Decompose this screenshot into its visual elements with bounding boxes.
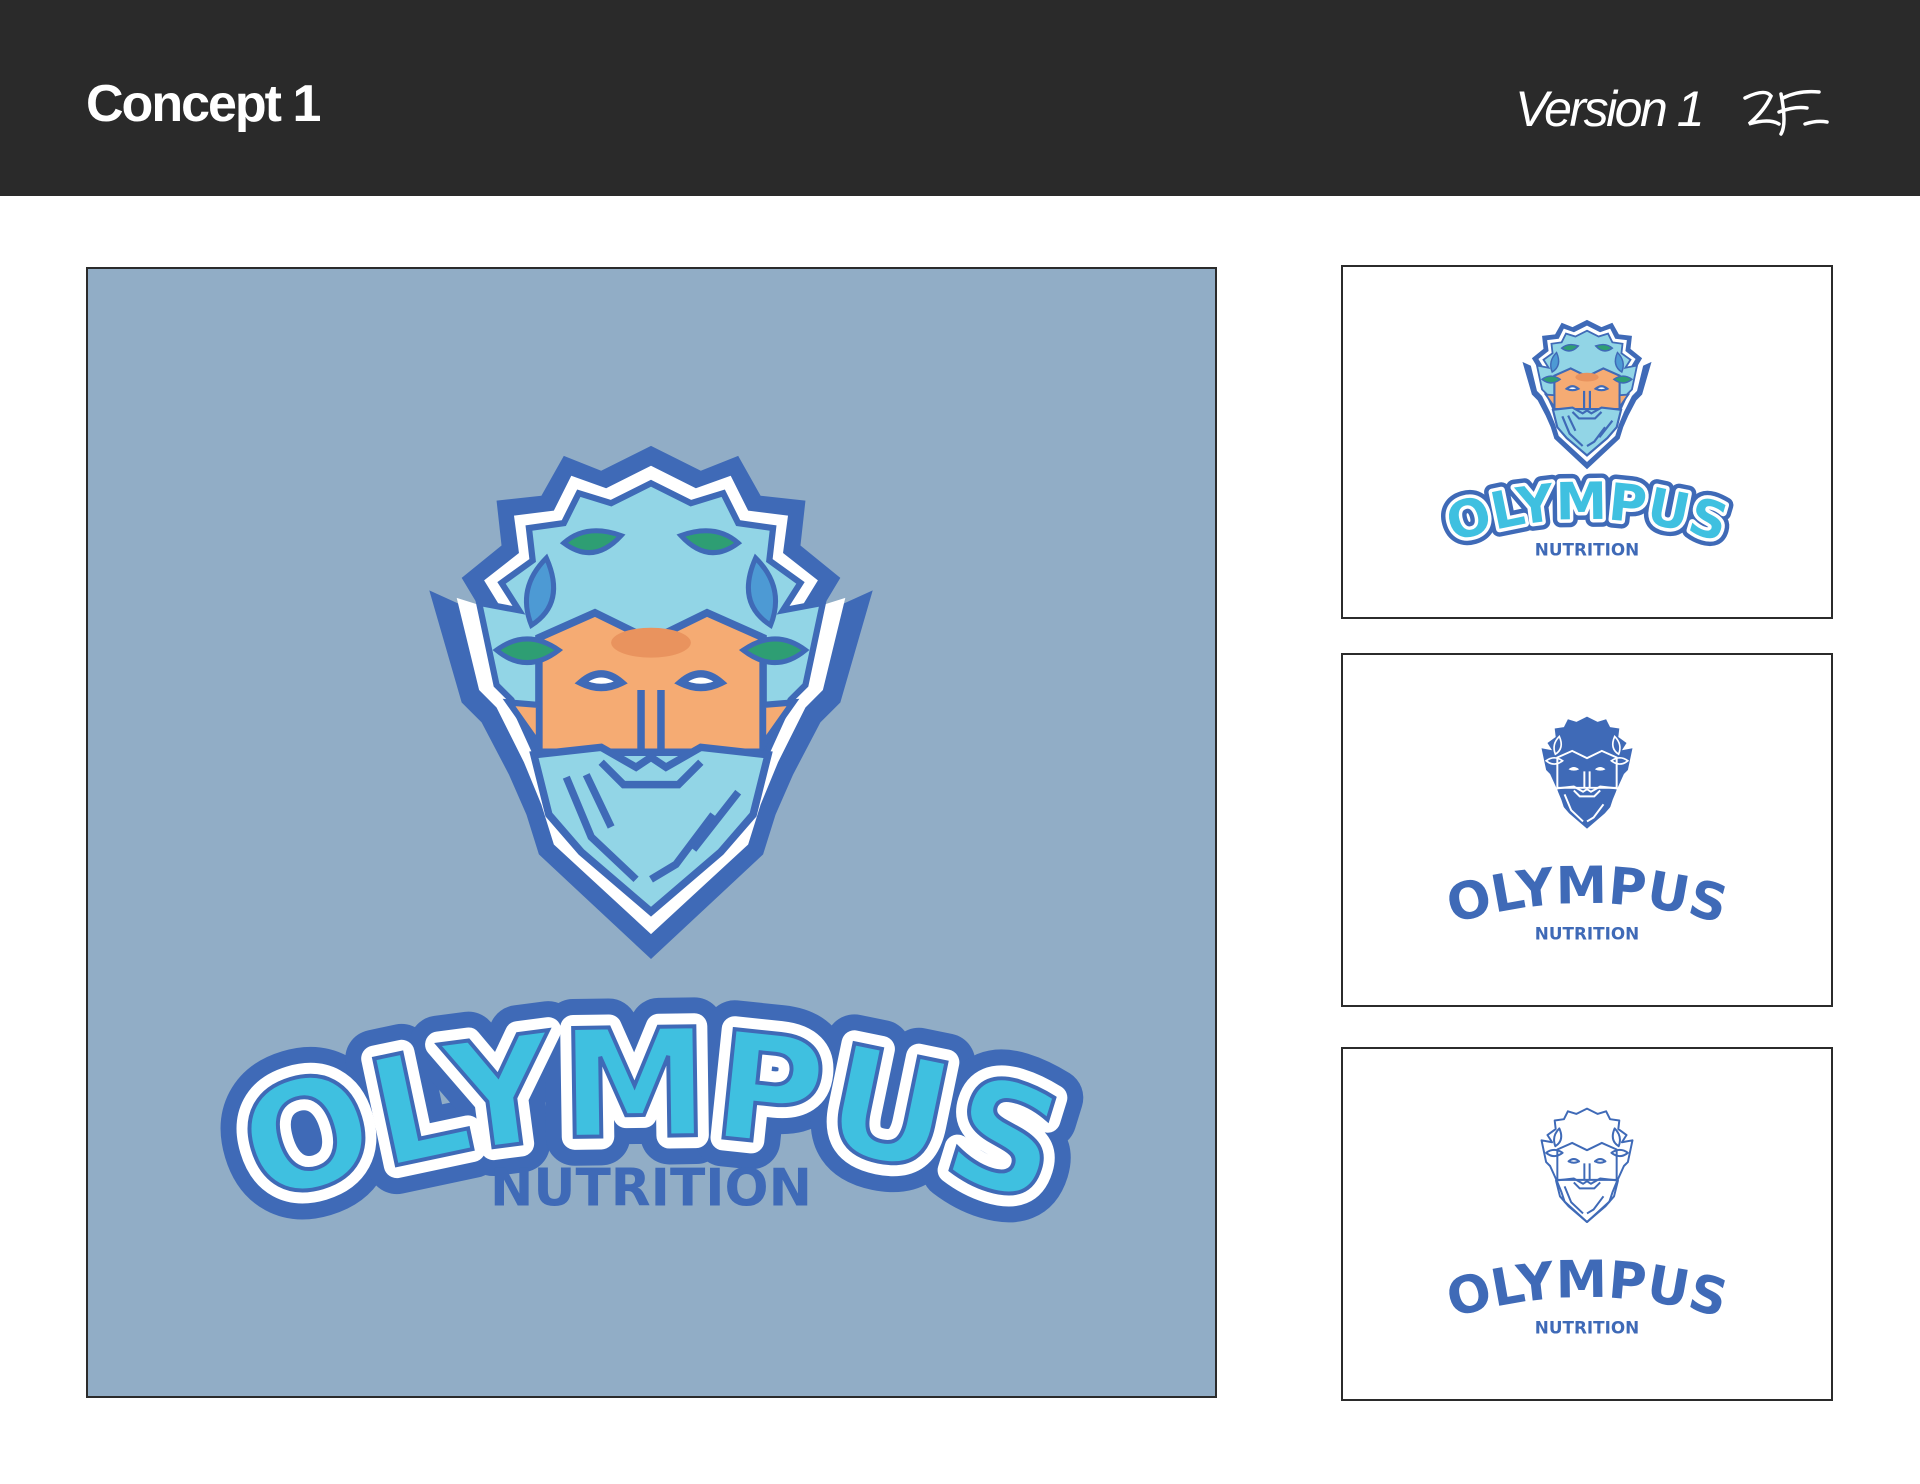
variant-solid-panel: OLYMPUS NUTRITION <box>1341 653 1833 1007</box>
main-logo: OLYMPUS OLYMPUS OLYMPUS NUTRITION <box>193 269 1110 1267</box>
variant-outline-logo: OLYMPUS NUTRITION <box>1441 1107 1734 1338</box>
subtitle: NUTRITION <box>1535 540 1639 560</box>
header-bar: Concept 1 Version 1 <box>0 0 1920 196</box>
zeus-head-icon <box>1540 1107 1634 1224</box>
zeus-head-icon <box>1521 318 1653 471</box>
concept-title: Concept 1 <box>86 75 321 133</box>
variant-solid-logo: OLYMPUS NUTRITION <box>1441 715 1734 944</box>
variant-color-logo: OLYMPUS OLYMPUS OLYMPUS NUTRITION <box>1432 318 1742 562</box>
zeus-head-icon <box>429 446 872 959</box>
main-logo-panel: OLYMPUS OLYMPUS OLYMPUS NUTRITION <box>86 267 1217 1398</box>
variant-outline-panel: OLYMPUS NUTRITION <box>1341 1047 1833 1401</box>
zeus-head-icon <box>1540 715 1634 832</box>
subtitle: NUTRITION <box>1535 1318 1639 1338</box>
subtitle: NUTRITION <box>1535 924 1639 944</box>
subtitle: NUTRITION <box>490 1159 812 1219</box>
version-label: Version 1 <box>1515 81 1704 137</box>
variant-color-panel: OLYMPUS OLYMPUS OLYMPUS NUTRITION <box>1341 265 1833 619</box>
signature-icon <box>1743 89 1829 136</box>
